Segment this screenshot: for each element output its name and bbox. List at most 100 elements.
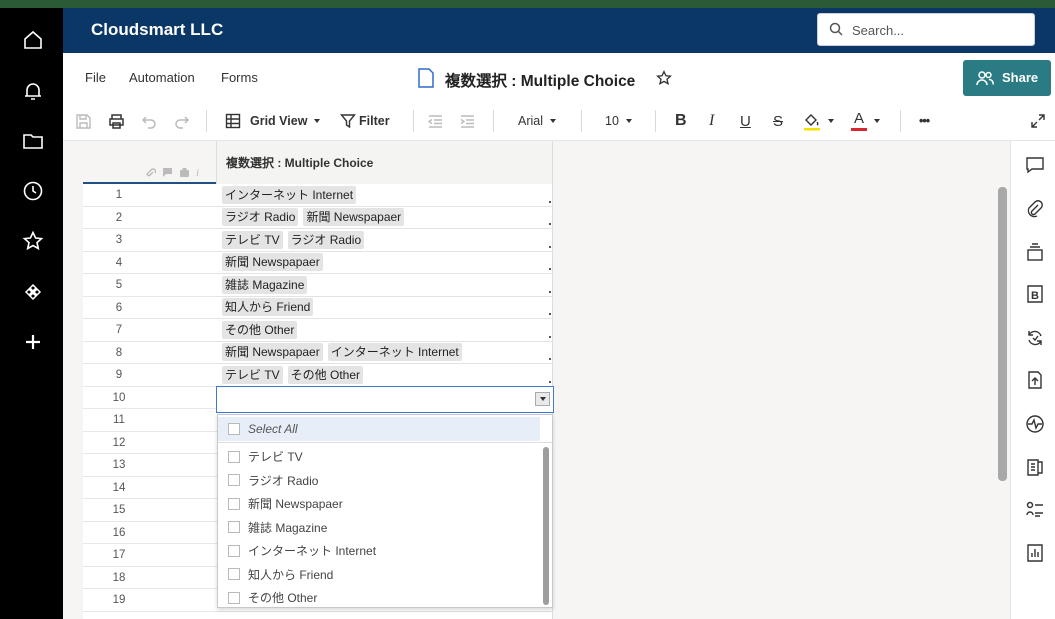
row-number[interactable]: 12 [83, 432, 155, 455]
conversations-icon[interactable] [1025, 155, 1045, 175]
bell-icon[interactable] [21, 79, 45, 103]
checkbox[interactable] [228, 568, 240, 581]
search-input[interactable] [852, 20, 1022, 40]
row-number[interactable]: 14 [83, 477, 155, 500]
checkbox[interactable] [228, 497, 240, 510]
save-icon[interactable] [75, 111, 92, 131]
column-header-multiple-choice[interactable]: 複数選択 : Multiple Choice [216, 141, 553, 184]
checkbox[interactable] [228, 474, 240, 487]
multiple-choice-cell[interactable]: 新聞 Newspapaer [216, 252, 553, 274]
dropdown-option[interactable]: インターネット Internet [218, 539, 540, 563]
redo-icon[interactable] [173, 111, 190, 131]
dropdown-option[interactable]: テレビ TV [218, 445, 540, 469]
row-number[interactable]: 10 [83, 387, 155, 410]
multiple-choice-cell[interactable]: テレビ TV その他 Other [216, 364, 553, 387]
table-row[interactable]: 7 その他 Other [83, 319, 553, 342]
active-cell-editor[interactable] [216, 386, 554, 413]
row-number[interactable]: 7 [83, 319, 155, 342]
favorite-star-icon[interactable] [655, 69, 673, 87]
font-family-dropdown[interactable]: Arial [518, 111, 557, 131]
row-number[interactable]: 13 [83, 454, 155, 477]
checkbox[interactable] [228, 521, 240, 534]
proofs-icon[interactable] [1025, 242, 1045, 262]
more-options-button[interactable]: ••• [919, 111, 930, 131]
dropdown-scrollbar[interactable] [543, 447, 549, 605]
row-number[interactable]: 18 [83, 567, 155, 590]
dropdown-option[interactable]: ラジオ Radio [218, 469, 540, 493]
fill-color-dropdown[interactable] [803, 111, 834, 131]
expand-icon[interactable] [1030, 111, 1046, 131]
checkbox[interactable] [228, 591, 240, 604]
row-number[interactable]: 6 [83, 297, 155, 320]
row-number[interactable]: 16 [83, 522, 155, 545]
filter-button[interactable]: Filter [340, 111, 390, 131]
row-number[interactable]: 17 [83, 544, 155, 567]
dropdown-option[interactable]: 知人から Friend [218, 563, 540, 587]
menu-automation[interactable]: Automation [129, 70, 195, 85]
row-number[interactable]: 4 [83, 252, 155, 275]
search-box[interactable] [817, 13, 1035, 46]
table-row[interactable]: 6 知人から Friend [83, 297, 553, 320]
table-row[interactable]: 9 テレビ TV その他 Other [83, 364, 553, 387]
undo-icon[interactable] [141, 111, 158, 131]
multiple-choice-cell[interactable]: インターネット Internet [216, 184, 553, 207]
text-color-dropdown[interactable]: A [851, 111, 880, 131]
checkbox[interactable] [228, 450, 240, 463]
multiple-choice-cell[interactable]: 雑誌 Magazine [216, 274, 553, 297]
table-row[interactable]: 4 新聞 Newspapaer [83, 252, 553, 275]
dropdown-toggle-button[interactable] [535, 392, 550, 406]
menu-file[interactable]: File [85, 70, 106, 85]
row-number[interactable]: 11 [83, 409, 155, 432]
row-number[interactable]: 2 [83, 207, 155, 230]
folder-icon[interactable] [21, 129, 45, 153]
underline-button[interactable]: U [740, 111, 751, 131]
publish-icon[interactable] [1025, 370, 1045, 390]
multiple-choice-cell[interactable]: 知人から Friend [216, 297, 553, 319]
table-row[interactable]: 5 雑誌 Magazine [83, 274, 553, 297]
star-icon[interactable] [21, 229, 45, 253]
form-fields-icon[interactable] [1025, 500, 1045, 520]
table-row[interactable]: 8 新聞 Newspapaer インターネット Internet [83, 342, 553, 365]
share-button[interactable]: Share [963, 60, 1051, 96]
row-number[interactable]: 5 [83, 274, 155, 297]
sheet-summary-icon[interactable] [1025, 457, 1045, 477]
multiple-choice-cell[interactable]: その他 Other [216, 319, 553, 342]
brandfolder-icon[interactable]: B [1025, 284, 1045, 304]
outdent-icon[interactable] [427, 111, 444, 131]
table-row[interactable]: 3 テレビ TV ラジオ Radio [83, 229, 553, 252]
home-icon[interactable] [21, 28, 45, 52]
dropdown-option[interactable]: 新聞 Newspapaer [218, 492, 540, 516]
strikethrough-button[interactable]: S [773, 111, 783, 131]
row-number[interactable]: 8 [83, 342, 155, 365]
row-number[interactable]: 3 [83, 229, 155, 252]
reports-chart-icon[interactable] [1025, 543, 1045, 563]
checkbox[interactable] [228, 422, 240, 435]
table-row[interactable]: 1 インターネット Internet [83, 184, 553, 207]
multiple-choice-cell[interactable]: 新聞 Newspapaer インターネット Internet [216, 342, 553, 364]
activity-log-icon[interactable] [1025, 414, 1045, 434]
row-number[interactable]: 1 [83, 184, 155, 207]
multiple-choice-cell[interactable]: テレビ TV ラジオ Radio [216, 229, 553, 252]
row-number[interactable]: 19 [83, 589, 155, 612]
menu-forms[interactable]: Forms [221, 70, 258, 85]
bold-button[interactable]: B [675, 111, 687, 131]
attachments-icon[interactable] [1025, 199, 1045, 219]
dropdown-option[interactable]: 雑誌 Magazine [218, 516, 540, 540]
table-row[interactable]: 2 ラジオ Radio 新聞 Newspapaer [83, 207, 553, 230]
solutions-icon[interactable] [21, 280, 45, 304]
option-select-all[interactable]: Select All [218, 417, 540, 441]
grid-view-dropdown[interactable]: Grid View [225, 111, 321, 131]
activity-sync-icon[interactable] [1025, 328, 1045, 348]
multiple-choice-cell[interactable]: ラジオ Radio 新聞 Newspapaer [216, 207, 553, 229]
vertical-scrollbar[interactable] [998, 187, 1007, 481]
indent-icon[interactable] [459, 111, 476, 131]
dropdown-option[interactable]: その他 Other [218, 586, 540, 610]
plus-icon[interactable] [21, 330, 45, 354]
print-icon[interactable] [108, 111, 125, 131]
font-size-dropdown[interactable]: 10 [605, 111, 632, 131]
clock-icon[interactable] [21, 179, 45, 203]
italic-button[interactable]: I [709, 111, 714, 131]
row-number[interactable]: 15 [83, 499, 155, 522]
checkbox[interactable] [228, 544, 240, 557]
row-number[interactable]: 9 [83, 364, 155, 387]
